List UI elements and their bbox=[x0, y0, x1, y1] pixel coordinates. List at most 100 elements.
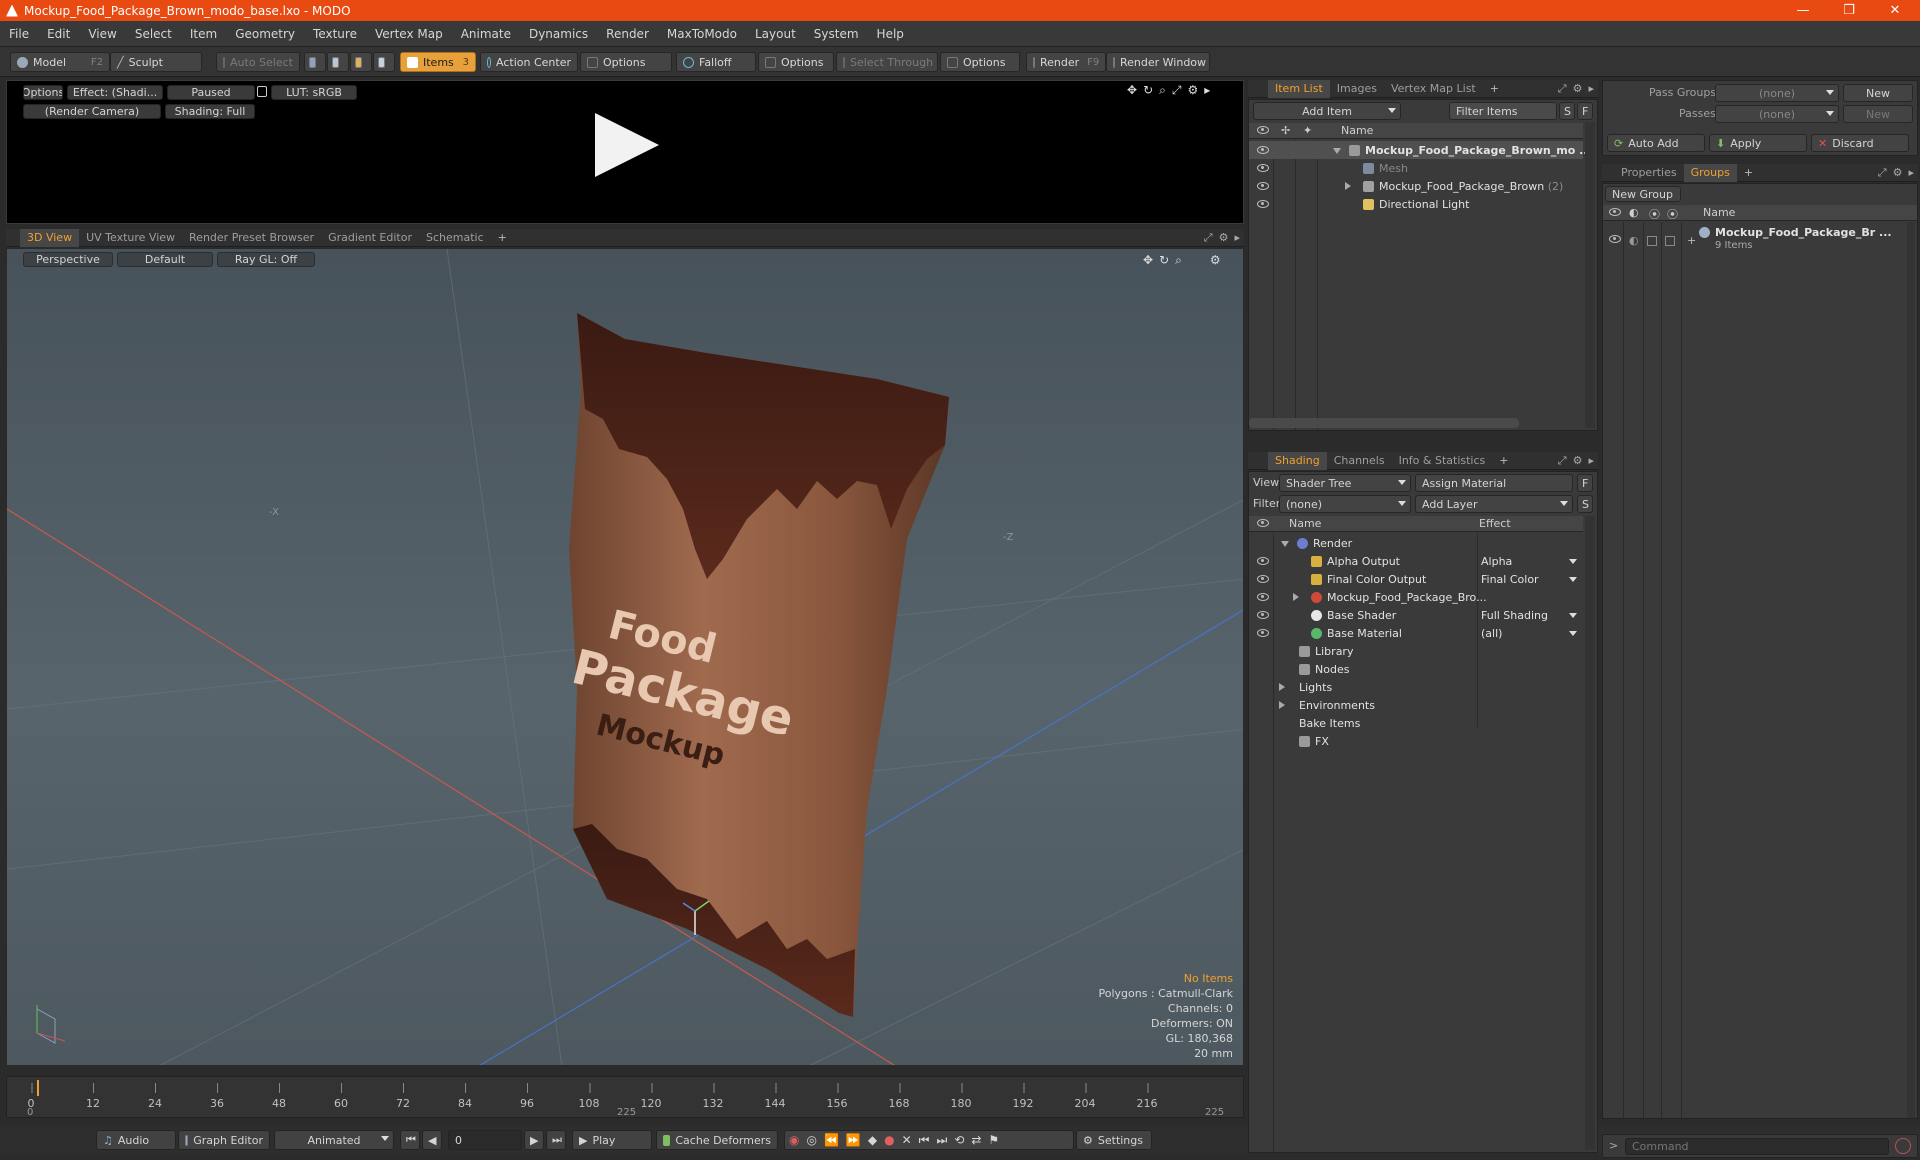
shader-row-fx[interactable]: FX bbox=[1249, 732, 1583, 750]
select-materials-button[interactable] bbox=[373, 52, 395, 72]
effect-dropdown[interactable]: Final Color bbox=[1481, 573, 1581, 586]
menu-file[interactable]: File bbox=[0, 27, 38, 41]
visibility-icon[interactable] bbox=[1609, 235, 1621, 243]
visibility-icon[interactable] bbox=[1257, 200, 1269, 208]
falloff-button[interactable]: Falloff bbox=[676, 52, 756, 72]
item-list-s-button[interactable]: S bbox=[1559, 102, 1575, 120]
add-tab-button[interactable]: + bbox=[1483, 80, 1506, 98]
item-list-scrollbar[interactable] bbox=[1585, 122, 1595, 428]
menu-layout[interactable]: Layout bbox=[746, 27, 805, 41]
step-back-button[interactable]: ◀ bbox=[422, 1130, 442, 1150]
timeline[interactable]: 0 12 24 36 48 60 72 84 96 108 120 132 14… bbox=[6, 1076, 1244, 1118]
expand-arrow-icon[interactable] bbox=[1345, 181, 1351, 190]
shader-row-base-material[interactable]: Base Material (all) bbox=[1249, 624, 1583, 642]
menu-texture[interactable]: Texture bbox=[304, 27, 366, 41]
menu-item[interactable]: Item bbox=[181, 27, 226, 41]
shader-row-final-color[interactable]: Final Color Output Final Color bbox=[1249, 570, 1583, 588]
menu-view[interactable]: View bbox=[79, 27, 125, 41]
gear-icon[interactable]: ⚙ bbox=[1573, 82, 1583, 96]
graph-editor-button[interactable]: Graph Editor bbox=[178, 1130, 270, 1150]
effect-dropdown[interactable]: (all) bbox=[1481, 627, 1581, 640]
falloff-options-button[interactable]: Options bbox=[758, 52, 834, 72]
preview-options-button[interactable]: Options bbox=[23, 85, 63, 100]
add-item-dropdown[interactable]: Add Item bbox=[1253, 102, 1401, 120]
go-to-start-button[interactable]: ⏮ bbox=[400, 1130, 420, 1150]
prev-marker-icon[interactable]: ⏮ bbox=[919, 1133, 930, 1148]
tab-schematic[interactable]: Schematic bbox=[419, 229, 491, 247]
gear-icon[interactable]: ⚙ bbox=[1219, 231, 1229, 245]
next-marker-icon[interactable]: ⏭ bbox=[936, 1133, 947, 1148]
discard-button[interactable]: ✕ Discard bbox=[1811, 134, 1909, 152]
current-frame-field[interactable]: 0 bbox=[448, 1130, 522, 1150]
expand-arrow-icon[interactable] bbox=[1293, 592, 1299, 601]
lock-checkbox[interactable] bbox=[1647, 236, 1657, 246]
shader-row-environments[interactable]: Environments bbox=[1249, 696, 1583, 714]
visibility-icon[interactable] bbox=[1257, 593, 1269, 601]
tab-shading[interactable]: Shading bbox=[1268, 451, 1327, 470]
new-group-button[interactable]: New Group bbox=[1605, 186, 1681, 202]
loop-icon[interactable]: ⟲ bbox=[954, 1133, 964, 1147]
tab-properties[interactable]: Properties bbox=[1614, 164, 1684, 182]
minimize-button[interactable]: — bbox=[1780, 0, 1826, 21]
shader-tree-scrollbar[interactable] bbox=[1585, 516, 1595, 1150]
menu-edit[interactable]: Edit bbox=[38, 27, 79, 41]
action-center-button[interactable]: Action Center bbox=[480, 52, 578, 72]
shader-row-lights[interactable]: Lights bbox=[1249, 678, 1583, 696]
select-polygons-button[interactable] bbox=[350, 52, 372, 72]
preview-effect-button[interactable]: Effect: (Shadi... bbox=[67, 85, 163, 100]
shading-s-button[interactable]: S bbox=[1577, 495, 1593, 513]
tab-3d-view[interactable]: 3D View bbox=[20, 228, 80, 247]
filter-items-input[interactable]: Filter Items bbox=[1449, 102, 1557, 120]
lock-icon[interactable] bbox=[257, 86, 267, 97]
passes-dropdown[interactable]: (none) bbox=[1715, 105, 1839, 123]
action-center-options-button[interactable]: Options bbox=[580, 52, 672, 72]
auto-select-button[interactable]: Auto Select bbox=[216, 52, 300, 72]
sculpt-mode-button[interactable]: ╱ Sculpt bbox=[110, 52, 202, 72]
audio-button[interactable]: ♫ Audio bbox=[96, 1130, 176, 1150]
command-input[interactable] bbox=[1625, 1138, 1889, 1155]
menu-system[interactable]: System bbox=[805, 27, 868, 41]
render-window-button[interactable]: Render Window bbox=[1106, 52, 1210, 72]
maximize-icon[interactable]: ⤢ bbox=[1172, 83, 1182, 98]
items-mode-button[interactable]: Items 3 bbox=[400, 52, 476, 72]
tab-vertex-map-list[interactable]: Vertex Map List bbox=[1384, 80, 1483, 98]
tab-gradient-editor[interactable]: Gradient Editor bbox=[321, 229, 419, 247]
shader-row-bake-items[interactable]: Bake Items bbox=[1249, 714, 1583, 732]
visibility-icon[interactable] bbox=[1257, 164, 1269, 172]
menu-render[interactable]: Render bbox=[597, 27, 658, 41]
tab-images[interactable]: Images bbox=[1330, 80, 1384, 98]
gear-icon[interactable]: ⚙ bbox=[1573, 454, 1583, 468]
filter-dropdown[interactable]: (none) bbox=[1279, 495, 1411, 513]
effect-dropdown[interactable]: Alpha bbox=[1481, 555, 1581, 568]
go-to-end-button[interactable]: ⏭ bbox=[546, 1130, 566, 1150]
visibility-icon[interactable] bbox=[1257, 629, 1269, 637]
key-icon[interactable]: ◆ bbox=[868, 1133, 877, 1147]
item-row-mesh[interactable]: Mesh bbox=[1249, 159, 1583, 177]
3d-viewport[interactable]: Perspective Default Ray GL: Off ✥ ↻ ⌕ ⚙ -X … bbox=[6, 248, 1244, 1066]
tab-channels[interactable]: Channels bbox=[1327, 452, 1392, 470]
render-button[interactable]: Render F9 bbox=[1026, 52, 1106, 72]
menu-dynamics[interactable]: Dynamics bbox=[520, 27, 597, 41]
menu-geometry[interactable]: Geometry bbox=[226, 27, 304, 41]
select-checkbox[interactable] bbox=[1665, 236, 1675, 246]
menu-help[interactable]: Help bbox=[868, 27, 913, 41]
more-icon[interactable]: ▸ bbox=[1908, 166, 1914, 180]
more-icon[interactable]: ▸ bbox=[1588, 82, 1594, 96]
add-tab-button[interactable]: + bbox=[1737, 164, 1760, 182]
maximize-icon[interactable]: ⤢ bbox=[1558, 454, 1567, 468]
record-icon[interactable]: ● bbox=[884, 1133, 894, 1147]
maximize-icon[interactable]: ⤢ bbox=[1204, 231, 1213, 245]
new-pass-group-button[interactable]: New bbox=[1843, 84, 1913, 102]
record-macro-icon[interactable] bbox=[1895, 1138, 1911, 1154]
add-layer-dropdown[interactable]: Add Layer bbox=[1415, 495, 1573, 513]
expand-arrow-icon[interactable] bbox=[1333, 147, 1341, 154]
apply-button[interactable]: ⬇ Apply bbox=[1709, 134, 1807, 152]
select-through-button[interactable]: Select Through bbox=[836, 52, 938, 72]
shader-row-library[interactable]: Library bbox=[1249, 642, 1583, 660]
item-row-group[interactable]: Mockup_Food_Package_Brown (2) bbox=[1249, 177, 1583, 195]
tab-groups[interactable]: Groups bbox=[1683, 163, 1737, 182]
add-tab-button[interactable]: + bbox=[1492, 452, 1515, 470]
item-list-f-button[interactable]: F bbox=[1577, 102, 1593, 120]
tab-item-list[interactable]: Item List bbox=[1268, 79, 1330, 98]
record-key-icon[interactable]: ◉ bbox=[789, 1133, 799, 1147]
